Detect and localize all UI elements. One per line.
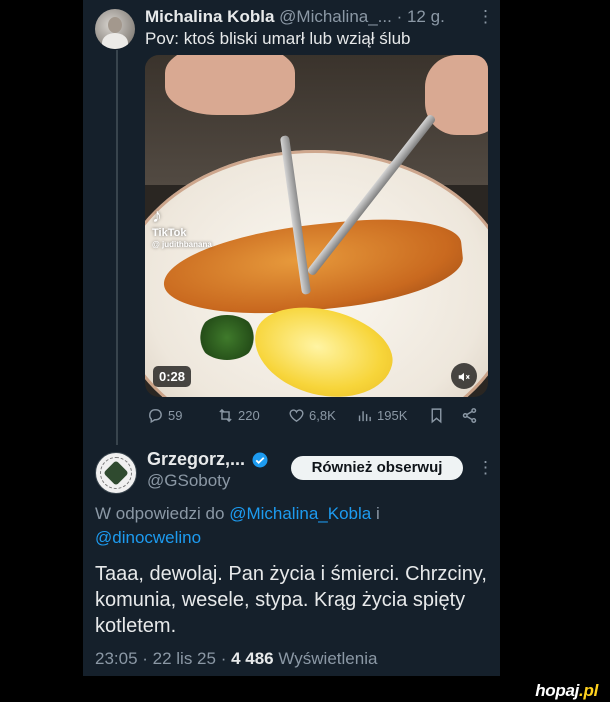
tweet1-handle[interactable]: @Michalina_... — [279, 7, 392, 26]
reply-mention-dinocwelino[interactable]: @dinocwelino — [95, 528, 201, 547]
reply-context: W odpowiedzi do @Michalina_Kobla i @dino… — [95, 502, 475, 550]
views-chart-icon — [358, 411, 371, 422]
tweet2-views-count: 4 486 — [231, 649, 274, 668]
tweet2-views-label: Wyświetlenia — [278, 649, 378, 668]
share-icon — [462, 408, 477, 423]
avatar-grzegorz[interactable] — [95, 452, 137, 494]
parsley — [197, 315, 257, 360]
bookmark-icon — [431, 408, 442, 424]
tweet1-time[interactable]: · 12 g. — [397, 7, 445, 26]
watermark-tld: pl — [583, 681, 598, 700]
speaker-muted-icon[interactable] — [451, 363, 477, 389]
avatar-body — [102, 33, 128, 49]
heart-icon — [289, 409, 304, 423]
watermark-name: hopaj — [535, 681, 580, 700]
bookmark-button[interactable] — [428, 407, 445, 424]
follow-back-button[interactable]: Również obserwuj — [291, 456, 463, 480]
tiktok-label: TikTok — [152, 227, 187, 239]
tweet2-more-icon[interactable]: ⋮ — [477, 458, 494, 478]
repost-count: 220 — [238, 408, 260, 423]
views-button[interactable]: 195K — [356, 407, 407, 424]
video-duration: 0:28 — [153, 366, 192, 387]
share-button[interactable] — [461, 407, 478, 424]
reply-count: 59 — [168, 408, 183, 423]
tweet1-header: Michalina Kobla @Michalina_... · 12 g. — [145, 7, 445, 27]
hopaj-watermark: hopaj.pl — [535, 681, 598, 701]
tweet1-video[interactable]: ♪ TikTok @ judithbanana 0:28 — [145, 55, 488, 397]
left-hand — [165, 55, 295, 115]
thread-line — [116, 50, 118, 445]
tweet2-text: Taaa, dewolaj. Pan życia i śmierci. Chrz… — [95, 563, 487, 637]
tweet2-timestamp[interactable]: 23:05 · 22 lis 25 · — [95, 649, 226, 668]
tweet2-handle[interactable]: @GSoboty — [147, 471, 230, 491]
tweet1-text: Pov: ktoś bliski umarł lub wziął ślub — [145, 29, 411, 48]
reply-icon — [149, 409, 162, 424]
tiktok-user: @ judithbanana — [152, 240, 212, 249]
reply-button[interactable]: 59 — [147, 407, 182, 424]
tweet2-author-name[interactable]: Grzegorz,... — [147, 449, 245, 470]
tweet1-author-name[interactable]: Michalina Kobla — [145, 7, 274, 26]
avatar-michalina[interactable] — [95, 9, 135, 49]
tiktok-logo-icon: ♪ — [152, 205, 162, 227]
like-button[interactable]: 6,8K — [288, 407, 336, 424]
tweet2-meta: 23:05 · 22 lis 25 · 4 486 Wyświetlenia — [95, 649, 377, 669]
tweet1-more-icon[interactable]: ⋮ — [477, 7, 494, 27]
reply-and: i — [375, 504, 380, 523]
repost-icon — [219, 408, 232, 423]
tiktok-watermark: ♪ TikTok @ judithbanana — [152, 205, 212, 251]
avatar-face — [108, 17, 122, 33]
views-count: 195K — [377, 408, 408, 423]
right-hand — [425, 55, 488, 135]
tweet1-action-bar: 59 220 6,8K 195K — [145, 407, 485, 429]
verified-badge-icon — [252, 452, 268, 468]
reply-prefix: W odpowiedzi do — [95, 504, 225, 523]
bottom-bar — [0, 676, 610, 702]
repost-button[interactable]: 220 — [217, 407, 260, 424]
like-count: 6,8K — [309, 408, 336, 423]
reply-mention-michalina[interactable]: @Michalina_Kobla — [229, 504, 371, 523]
